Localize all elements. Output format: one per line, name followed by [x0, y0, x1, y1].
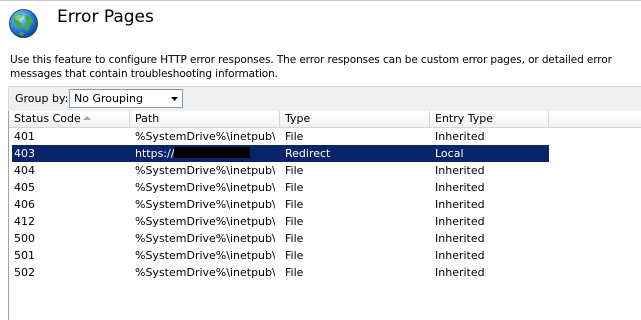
selection-highlight [12, 145, 549, 162]
group-by-toolbar: Group by: No Grouping [8, 86, 641, 112]
column-header-type[interactable]: Type [280, 111, 430, 127]
error-pages-list: Status Code Path Type Entry Type 401 %Sy… [8, 111, 641, 320]
status-code-cell: 405 [14, 181, 35, 194]
path-cell: https:// [135, 145, 275, 162]
table-row[interactable]: 401 %SystemDrive%\inetpub\... File Inher… [9, 128, 641, 145]
status-code-cell: 403 [14, 147, 35, 160]
column-header-label: Path [135, 112, 160, 125]
entry-type-cell: Local [435, 147, 464, 160]
type-cell: Redirect [285, 147, 331, 160]
path-cell: %SystemDrive%\inetpub\... [135, 198, 275, 211]
dropdown-arrow-icon[interactable] [168, 91, 181, 106]
column-header-label: Type [285, 112, 311, 125]
path-cell: %SystemDrive%\inetpub\... [135, 266, 275, 279]
status-code-cell: 404 [14, 164, 35, 177]
feature-description: Use this feature to configure HTTP error… [10, 54, 612, 80]
table-row[interactable]: 500 %SystemDrive%\inetpub\... File Inher… [9, 230, 641, 247]
table-row[interactable]: 501 %SystemDrive%\inetpub\... File Inher… [9, 247, 641, 264]
column-header-path[interactable]: Path [130, 111, 280, 127]
type-cell: File [285, 215, 304, 228]
entry-type-cell: Inherited [435, 181, 485, 194]
type-cell: File [285, 232, 304, 245]
type-cell: File [285, 266, 304, 279]
path-text: https:// [135, 147, 175, 160]
path-cell: %SystemDrive%\inetpub\... [135, 130, 275, 143]
type-cell: File [285, 249, 304, 262]
group-by-label: Group by: [15, 92, 69, 105]
column-header-entry-type[interactable]: Entry Type [430, 111, 549, 127]
status-code-cell: 412 [14, 215, 35, 228]
path-cell: %SystemDrive%\inetpub\... [135, 249, 275, 262]
status-code-cell: 500 [14, 232, 35, 245]
redaction-block [174, 147, 251, 158]
table-row[interactable]: 404 %SystemDrive%\inetpub\... File Inher… [9, 162, 641, 179]
table-row-selected[interactable]: 403 https:// Redirect Local [9, 145, 641, 162]
table-row[interactable]: 405 %SystemDrive%\inetpub\... File Inher… [9, 179, 641, 196]
table-row[interactable]: 406 %SystemDrive%\inetpub\... File Inher… [9, 196, 641, 213]
error-pages-feature-page: Error Pages Use this feature to configur… [0, 0, 641, 320]
entry-type-cell: Inherited [435, 215, 485, 228]
column-header-status-code[interactable]: Status Code [9, 111, 130, 127]
group-by-value: No Grouping [74, 92, 143, 105]
column-header-label: Entry Type [435, 112, 494, 125]
type-cell: File [285, 130, 304, 143]
entry-type-cell: Inherited [435, 130, 485, 143]
table-row[interactable]: 412 %SystemDrive%\inetpub\... File Inher… [9, 213, 641, 230]
column-header-row: Status Code Path Type Entry Type [9, 111, 641, 128]
table-row[interactable]: 502 %SystemDrive%\inetpub\... File Inher… [9, 264, 641, 281]
entry-type-cell: Inherited [435, 249, 485, 262]
status-code-cell: 501 [14, 249, 35, 262]
status-code-cell: 502 [14, 266, 35, 279]
entry-type-cell: Inherited [435, 164, 485, 177]
page-title: Error Pages [57, 7, 154, 27]
path-cell: %SystemDrive%\inetpub\... [135, 215, 275, 228]
entry-type-cell: Inherited [435, 232, 485, 245]
group-by-dropdown[interactable]: No Grouping [69, 89, 183, 108]
entry-type-cell: Inherited [435, 198, 485, 211]
column-header-label: Status Code [14, 112, 81, 125]
path-cell: %SystemDrive%\inetpub\... [135, 181, 275, 194]
top-divider [0, 0, 641, 1]
entry-type-cell: Inherited [435, 266, 485, 279]
type-cell: File [285, 198, 304, 211]
path-cell: %SystemDrive%\inetpub\... [135, 232, 275, 245]
status-code-cell: 401 [14, 130, 35, 143]
globe-icon [9, 9, 38, 38]
path-cell: %SystemDrive%\inetpub\... [135, 164, 275, 177]
type-cell: File [285, 164, 304, 177]
type-cell: File [285, 181, 304, 194]
status-code-cell: 406 [14, 198, 35, 211]
sort-ascending-icon [83, 116, 91, 120]
